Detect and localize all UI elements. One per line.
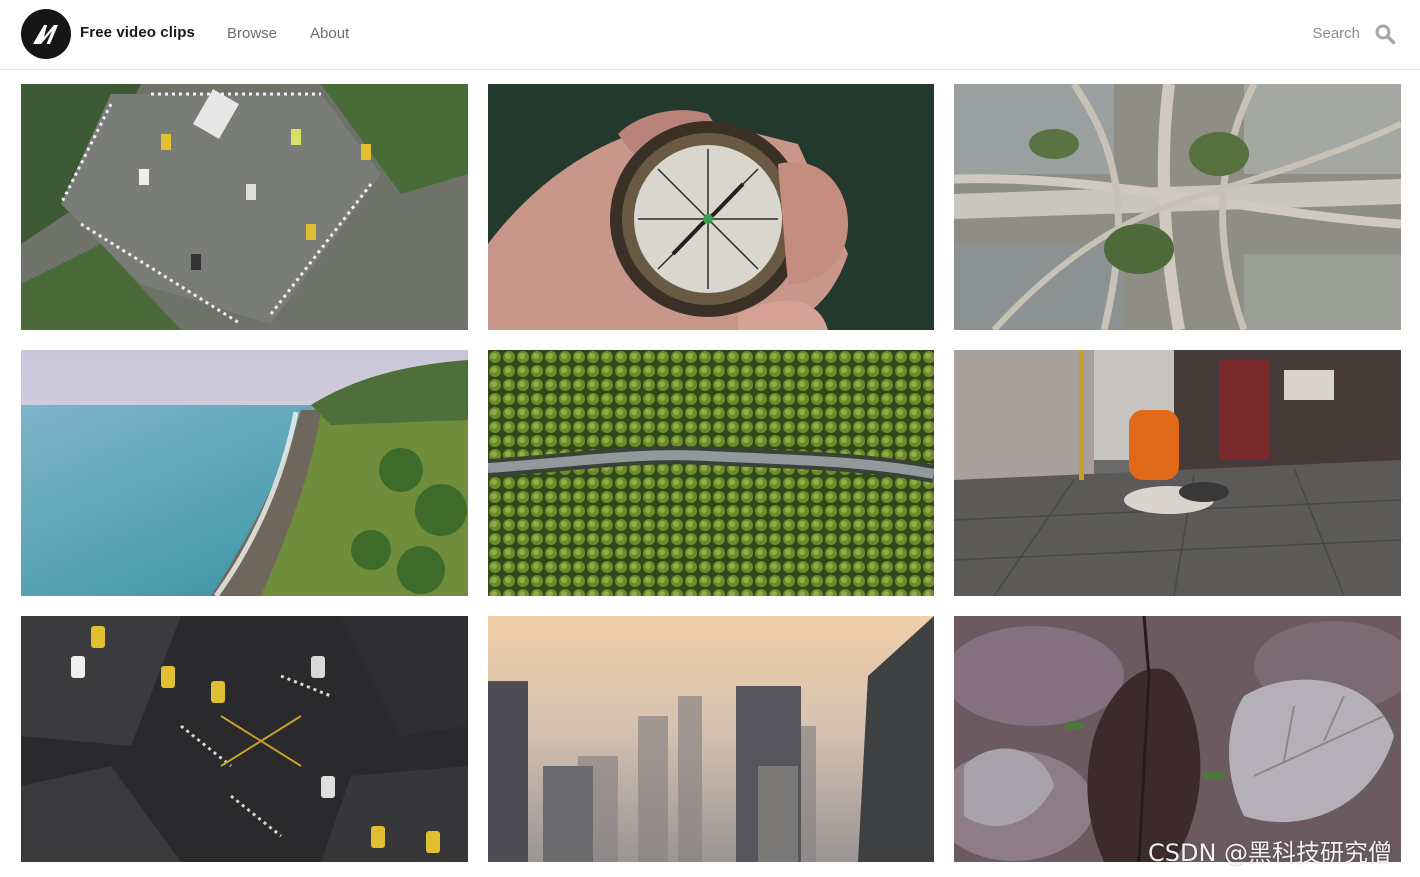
clip-thumbnail-hand-holding-compass[interactable] (488, 84, 935, 330)
search-input[interactable]: Search (1240, 25, 1360, 42)
clip-thumbnail-street-with-garbage[interactable] (954, 350, 1401, 596)
clip-thumbnail-aerial-highway-interchange[interactable] (954, 84, 1401, 330)
clip-thumbnail-aerial-tropical-beach[interactable] (21, 350, 468, 596)
clip-thumbnail-frosted-autumn-leaves[interactable] (954, 616, 1401, 862)
top-navigation-bar: Free video clips Browse About Search (0, 0, 1420, 70)
logo-icon[interactable] (21, 9, 71, 59)
clip-thumbnail-aerial-road-through-forest[interactable] (488, 350, 935, 596)
nav-about-link[interactable]: About (310, 25, 349, 42)
watermark-text: CSDN @黑科技研究僧 (1148, 839, 1393, 867)
brand-link[interactable]: Free video clips (80, 24, 195, 41)
clip-thumbnail-foggy-city-skyline[interactable] (488, 616, 935, 862)
search-icon[interactable] (1374, 23, 1396, 45)
clip-thumbnail-aerial-city-intersection[interactable] (21, 84, 468, 330)
nav-browse-link[interactable]: Browse (227, 25, 277, 42)
clip-thumbnail-aerial-night-intersection[interactable] (21, 616, 468, 862)
